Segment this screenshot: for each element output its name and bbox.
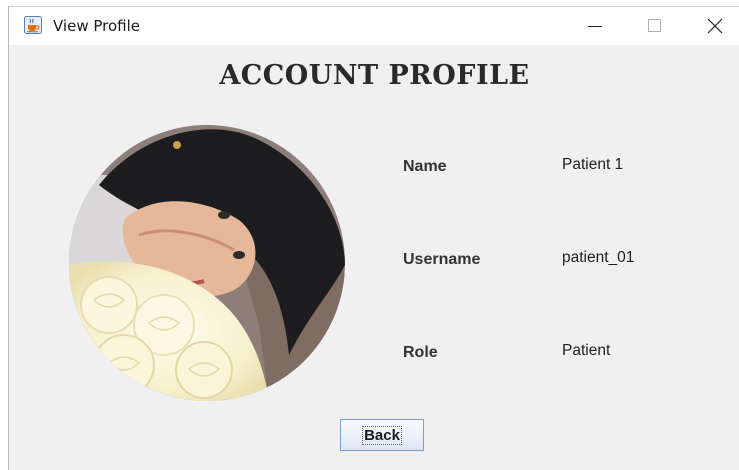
minimize-button[interactable] [569, 7, 621, 45]
minimize-icon [588, 26, 602, 27]
close-button[interactable] [689, 7, 739, 45]
java-cup-icon [24, 16, 42, 34]
page-title: ACCOUNT PROFILE [219, 60, 530, 91]
profile-photo [69, 125, 345, 401]
window-title: View Profile [53, 17, 141, 35]
role-label: Role [403, 344, 438, 361]
close-icon [707, 18, 722, 34]
maximize-button[interactable] [629, 7, 681, 45]
username-value: patient_01 [562, 249, 635, 266]
role-value: Patient [562, 342, 611, 359]
avatar [69, 125, 345, 401]
back-button[interactable]: Back [340, 419, 424, 451]
back-button-label: Back [362, 425, 402, 445]
username-label: Username [403, 251, 481, 268]
view-profile-window: View Profile ACCOUNT PROFILE Name Patien… [8, 6, 739, 470]
maximize-icon [648, 19, 661, 32]
name-label: Name [403, 158, 447, 175]
title-bar[interactable]: View Profile [9, 7, 739, 45]
desktop: View Profile ACCOUNT PROFILE Name Patien… [0, 0, 739, 470]
name-value: Patient 1 [562, 156, 624, 173]
